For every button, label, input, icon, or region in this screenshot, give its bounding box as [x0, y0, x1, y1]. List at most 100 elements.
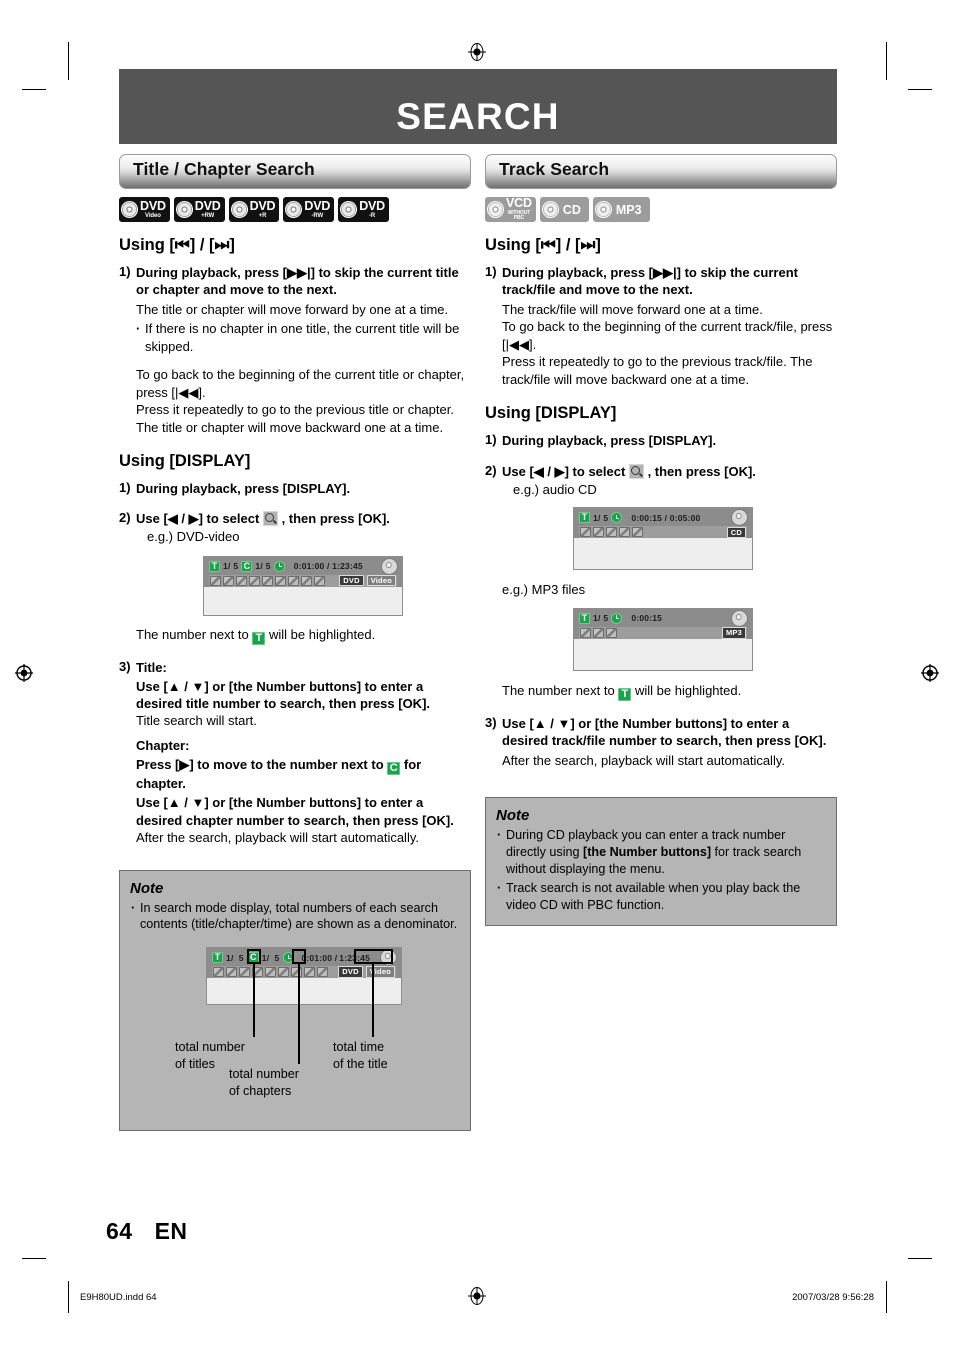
step-text-part-b: , then press [OK].	[647, 463, 756, 479]
search-mode-icon	[580, 627, 591, 638]
footer-rule-right	[886, 1283, 887, 1313]
badge-mp3: MP3	[592, 197, 650, 222]
osd-status-bar: T 1/ 5 C 1/ 5 0:01:00 / 1:23:45 DVD Vide…	[204, 556, 402, 587]
badge-sublabel: -RW	[311, 213, 324, 220]
footer-rule-left	[68, 1283, 69, 1313]
page-banner: SEARCH	[119, 69, 837, 144]
badge-dvd-minus-rw: DVD -RW	[282, 197, 335, 222]
highlight-note-left: The number next to T will be highlighted…	[136, 626, 471, 645]
format-badge-dvd: DVD	[339, 574, 364, 587]
clock-icon	[611, 512, 623, 524]
badge-sublabel: WITHOUT PBC	[507, 209, 531, 222]
right-column: Track Search VCD WITHOUT PBC CD MP3 Using…	[484, 154, 837, 926]
step-3-chapter-instruction: Press [▶] to move to the number next to …	[136, 756, 471, 792]
subtitle-icon	[236, 575, 247, 586]
format-badge-cd: CD	[726, 526, 746, 539]
badge-dvd-video: DVD Video	[118, 197, 170, 222]
step-number: 3)	[485, 714, 497, 730]
format-badge-mp3: MP3	[721, 627, 746, 639]
highlight-total-titles	[247, 949, 261, 965]
zoom-icon	[301, 575, 312, 586]
section-title-left: Title / Chapter Search	[133, 159, 315, 179]
badge-sublabel: Video	[145, 213, 161, 220]
step-number: 1)	[485, 432, 497, 448]
repeat-icon	[265, 967, 276, 978]
bullet-item: If there is no chapter in one title, the…	[136, 320, 471, 355]
caption-line-1: total time	[333, 1040, 385, 1055]
step-text: During playback, press [▶▶|] to skip the…	[502, 265, 798, 298]
title-indicator-icon: T	[212, 952, 223, 964]
step-3-title-label: Title:	[136, 659, 167, 675]
osd-row-primary: T 1/ 5 0:00:15	[579, 610, 747, 626]
registration-mark-bottom	[467, 1286, 487, 1306]
title-key-icon: T	[252, 631, 266, 645]
audio-icon	[223, 575, 234, 586]
badge-label: MP3	[615, 202, 642, 217]
note-title-left: Note	[130, 879, 164, 897]
note-item: In search mode display, total numbers of…	[130, 900, 460, 933]
step-1-bullets-left: If there is no chapter in one title, the…	[136, 320, 471, 355]
track-counter: 1/ 5	[593, 613, 609, 624]
title-current: 1/	[226, 952, 234, 963]
repeat-icon	[262, 575, 273, 586]
step-3-title-detail: Title search will start.	[136, 713, 257, 729]
disc-format-badges-left: DVD Video DVD +RW DVD +R DVD -RW DVD -R	[118, 197, 471, 222]
badge-label: DVD	[194, 198, 221, 213]
highlight-total-chapters	[292, 949, 306, 965]
chapter-key-icon: C	[387, 762, 401, 776]
note-item-emphasis: [the Number buttons]	[583, 844, 712, 859]
osd-status-bar: T 1/ 5 0:00:15 MP3	[574, 608, 752, 639]
badge-cd: CD	[539, 197, 589, 222]
track-counter: 1/ 5	[593, 512, 609, 523]
osd-row-icons: CD	[579, 526, 747, 539]
registration-mark-right	[920, 663, 940, 683]
heading-using-display-right: Using [DISPLAY]	[485, 404, 617, 423]
footer-timestamp: 2007/03/28 9:56:28	[792, 1292, 874, 1303]
format-badge-dvd: DVD	[338, 966, 363, 978]
badge-label: CD	[562, 202, 581, 217]
title-indicator-icon: T	[209, 560, 220, 572]
highlight-note-part-a: The number next to	[136, 626, 249, 642]
heading-using-display-left: Using [DISPLAY]	[119, 452, 251, 471]
search-mode-icon	[213, 967, 224, 978]
zoom-icon	[304, 967, 315, 978]
search-icon	[628, 463, 644, 479]
step-3-chapter-label: Chapter:	[136, 737, 190, 753]
leader-line-time	[372, 964, 374, 1038]
step-1-detail-3-right: Press it repeatedly to go to the previou…	[502, 354, 813, 387]
step-number: 2)	[119, 509, 131, 525]
audio-icon	[226, 967, 237, 978]
highlight-note-part-a: The number next to	[502, 682, 615, 698]
badge-label: DVD	[304, 198, 331, 213]
picture-mode-icon	[606, 627, 617, 638]
disc-status-icon	[382, 558, 397, 574]
section-header-track-search: Track Search	[485, 154, 837, 189]
section-header-title-chapter-search: Title / Chapter Search	[119, 154, 471, 189]
time-counter: 0:00:15	[631, 613, 663, 624]
search-mode-icon	[210, 575, 221, 586]
disc-icon	[228, 198, 250, 221]
chapter-current: 1/	[261, 952, 270, 963]
marker-icon	[275, 575, 286, 586]
disc-icon	[539, 198, 562, 221]
disc-icon	[173, 198, 196, 221]
note-items-left: In search mode display, total numbers of…	[130, 900, 460, 933]
step-1-detail-1-left: The title or chapter will move forward b…	[136, 301, 449, 317]
step-number: 2)	[485, 462, 497, 478]
caption-line-2: of chapters	[229, 1083, 292, 1098]
display-step-2-left: 2) Use [◀ / ▶] to select , then press [O…	[119, 510, 471, 527]
disc-icon	[282, 198, 305, 221]
example-label-left: e.g.) DVD-video	[147, 528, 240, 544]
step-3-title-instruction: Use [▲ / ▼] or [the Number buttons] to e…	[136, 678, 431, 712]
title-total: 5	[238, 952, 244, 963]
step-text: During playback, press [DISPLAY].	[502, 433, 717, 449]
leader-line-chapters	[298, 964, 300, 1065]
step-text-part-a: Use [◀ / ▶] to select	[502, 463, 626, 479]
footer-filename: E9H80UD.indd 64	[80, 1292, 157, 1303]
example-label-mp3: e.g.) MP3 files	[502, 582, 586, 598]
disc-format-badges-right: VCD WITHOUT PBC CD MP3	[484, 197, 837, 222]
step-3-chapter-instruction-2: Use [▲ / ▼] or [the Number buttons] to e…	[136, 795, 454, 828]
highlight-total-time	[354, 949, 393, 965]
track-indicator-icon: T	[579, 612, 590, 624]
note-box-left: Note In search mode display, total numbe…	[119, 869, 471, 1132]
